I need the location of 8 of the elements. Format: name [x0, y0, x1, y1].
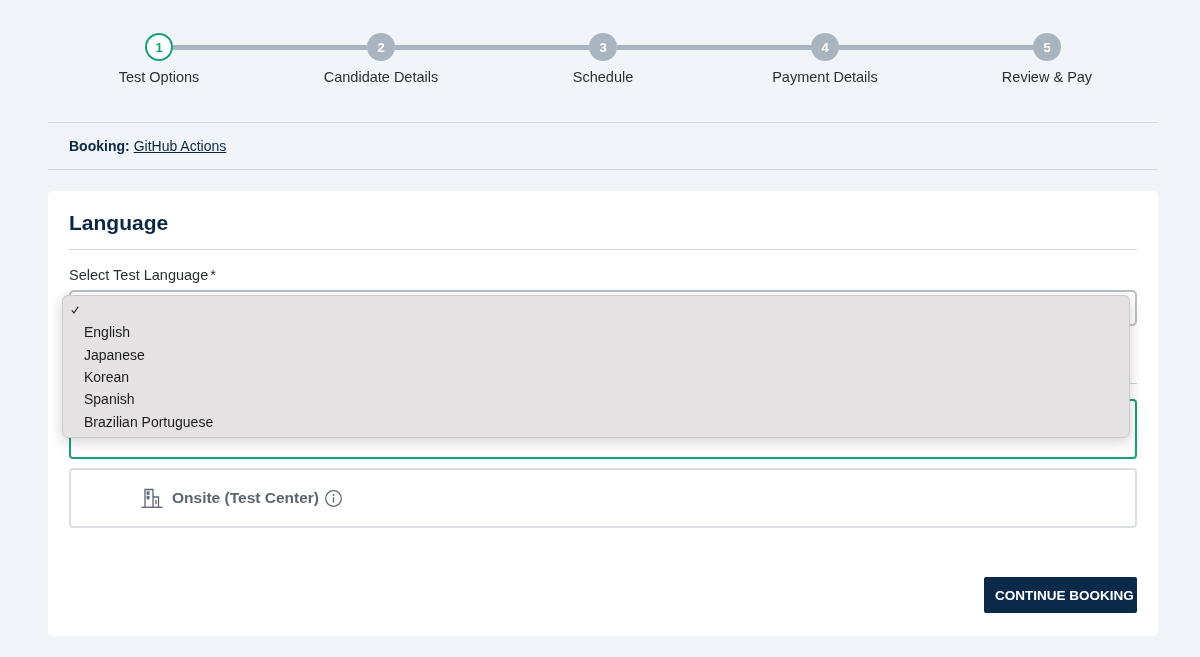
step-label: Payment Details [772, 68, 878, 86]
section-title: Language [69, 210, 169, 236]
step-label: Candidate Details [323, 68, 439, 86]
booking-label: Booking: [69, 138, 130, 154]
field-label: Select Test Language* [69, 266, 216, 284]
step-label: Test Options [118, 68, 200, 86]
step-label: Schedule [572, 68, 634, 86]
step-label: Review & Pay [1001, 68, 1093, 86]
